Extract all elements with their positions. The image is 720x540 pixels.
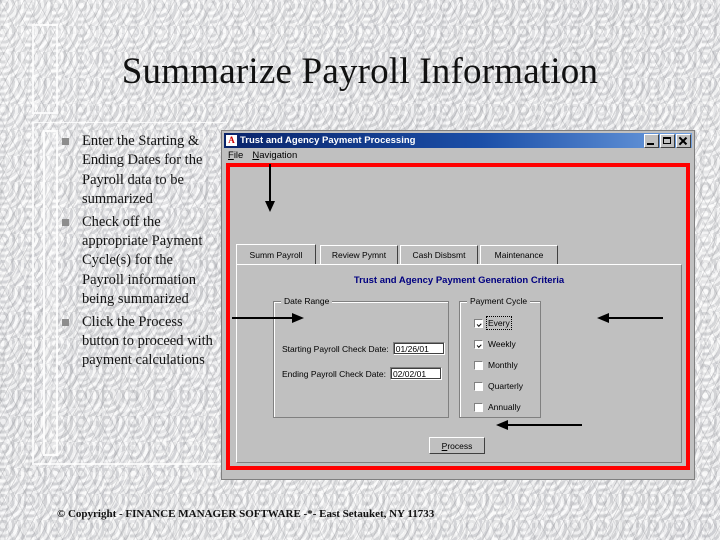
- list-item: Check off the appropriate Payment Cycle(…: [58, 213, 218, 310]
- checkbox-quarterly-box[interactable]: [474, 381, 483, 391]
- date-range-group-label: Date Range: [281, 296, 333, 306]
- payment-cycle-group-label: Payment Cycle: [467, 296, 531, 306]
- tab-cash-disbsmt[interactable]: Cash Disbsmt: [400, 245, 478, 264]
- checkbox-monthly-box[interactable]: [474, 360, 483, 370]
- minimize-button[interactable]: [644, 133, 659, 148]
- list-item-label: Click the Process button to proceed with…: [82, 313, 213, 369]
- tab-label: Review Pymnt: [331, 250, 387, 260]
- checkbox-annually-label: Annually: [488, 402, 521, 412]
- menu-item-navigation[interactable]: Navigation: [252, 150, 297, 161]
- checkbox-monthly-label: Monthly: [488, 360, 518, 370]
- list-item-label: Check off the appropriate Payment Cycle(…: [82, 213, 203, 308]
- checkbox-every-box[interactable]: [474, 318, 483, 328]
- close-button[interactable]: [676, 133, 691, 148]
- tab-label: Cash Disbsmt: [412, 250, 466, 260]
- decorative-bar: [43, 130, 58, 456]
- checkbox-every[interactable]: Every: [474, 316, 512, 330]
- window-titlebar[interactable]: A Trust and Agency Payment Processing: [224, 133, 692, 148]
- copyright-footer: © Copyright - FINANCE MANAGER SOFTWARE -…: [57, 508, 435, 520]
- bullet-square-icon: [62, 318, 69, 326]
- page-title: Summarize Payroll Information: [121, 51, 599, 92]
- checkbox-weekly-label: Weekly: [488, 339, 516, 349]
- checkbox-weekly-box[interactable]: [474, 339, 483, 349]
- bullet-square-icon: [62, 138, 69, 145]
- list-item: Enter the Starting & Ending Dates for th…: [58, 132, 218, 210]
- tab-label: Maintenance: [494, 250, 544, 260]
- tab-maintenance[interactable]: Maintenance: [480, 245, 558, 264]
- tab-label: Summ Payroll: [249, 249, 303, 260]
- process-button[interactable]: Process: [429, 437, 485, 454]
- starting-date-input[interactable]: 01/26/01: [392, 342, 445, 355]
- tab-review-pymnt[interactable]: Review Pymnt: [320, 245, 398, 264]
- ending-date-label: Ending Payroll Check Date:: [282, 368, 386, 379]
- bullet-list: Enter the Starting & Ending Dates for th…: [58, 132, 218, 374]
- maximize-button[interactable]: [660, 133, 675, 148]
- list-item: Click the Process button to proceed with…: [58, 313, 218, 371]
- ending-date-row: Ending Payroll Check Date: 02/02/01: [282, 367, 442, 380]
- checkbox-quarterly-label: Quarterly: [488, 381, 523, 391]
- checkbox-quarterly[interactable]: Quarterly: [474, 381, 523, 391]
- app-icon: A: [226, 135, 237, 146]
- bullet-square-icon: [62, 218, 69, 226]
- checkbox-annually[interactable]: Annually: [474, 402, 521, 412]
- client-area: Summ Payroll Review Pymnt Cash Disbsmt M…: [230, 167, 686, 466]
- process-button-label: Process: [441, 440, 473, 451]
- application-window: A Trust and Agency Payment Processing Fi…: [222, 131, 694, 479]
- payment-cycle-group: Payment Cycle Every Weekly Monthly Quart…: [459, 296, 541, 418]
- checkbox-annually-box[interactable]: [474, 402, 483, 412]
- ending-date-input[interactable]: 02/02/01: [389, 367, 442, 380]
- checkbox-every-label: Every: [486, 316, 512, 330]
- checkbox-weekly[interactable]: Weekly: [474, 339, 516, 349]
- date-range-group: Date Range Starting Payroll Check Date: …: [273, 296, 449, 418]
- tab-summ-payroll[interactable]: Summ Payroll: [236, 244, 316, 264]
- tab-page-panel: Trust and Agency Payment Generation Crit…: [236, 264, 682, 463]
- menu-bar: File Navigation: [224, 148, 692, 162]
- panel-title: Trust and Agency Payment Generation Crit…: [353, 275, 565, 286]
- starting-date-row: Starting Payroll Check Date: 01/26/01: [282, 342, 445, 355]
- list-item-label: Enter the Starting & Ending Dates for th…: [82, 133, 203, 208]
- starting-date-label: Starting Payroll Check Date:: [282, 343, 389, 354]
- slide-background: Summarize Payroll Information Enter the …: [0, 0, 720, 540]
- checkbox-monthly[interactable]: Monthly: [474, 360, 518, 370]
- menu-item-file[interactable]: File: [228, 150, 243, 161]
- highlight-frame: Summ Payroll Review Pymnt Cash Disbsmt M…: [226, 163, 690, 470]
- tab-strip: Summ Payroll Review Pymnt Cash Disbsmt M…: [236, 244, 682, 264]
- window-title: Trust and Agency Payment Processing: [240, 135, 416, 146]
